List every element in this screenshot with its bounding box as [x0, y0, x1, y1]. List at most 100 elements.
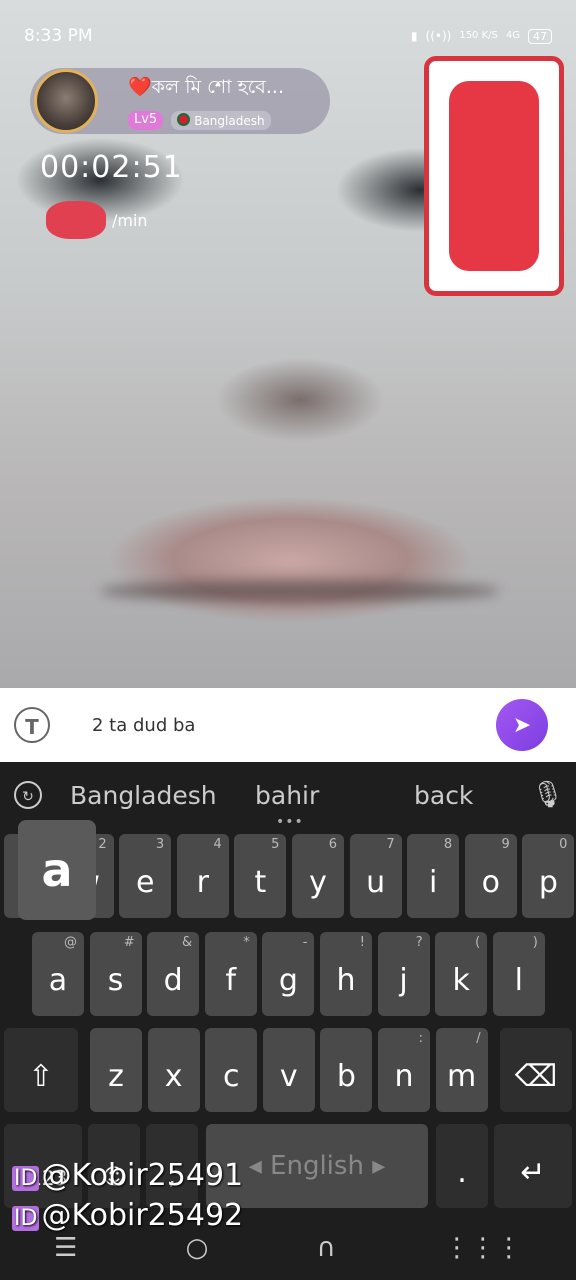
key-p[interactable]: 0p: [522, 834, 575, 918]
more-suggestions-icon[interactable]: •••: [276, 814, 304, 830]
microphone-icon[interactable]: 🎙: [531, 780, 564, 810]
suggestion-3[interactable]: back: [414, 781, 473, 810]
recents-icon[interactable]: ☰: [54, 1233, 77, 1263]
key-j[interactable]: ? j: [377, 932, 430, 1016]
status-time: 8:33 PM: [24, 26, 93, 46]
key-label: h: [336, 963, 356, 998]
key-hint: 3: [155, 837, 165, 852]
send-icon: ➤: [512, 712, 532, 738]
message-composer: T ➤: [0, 688, 576, 762]
key-label: v: [279, 1059, 298, 1094]
key-hint: 5: [271, 837, 280, 852]
backspace-key[interactable]: ⌫: [500, 1028, 572, 1112]
key-hint: &: [182, 935, 193, 950]
translate-icon[interactable]: T: [14, 707, 50, 743]
key-label: z: [108, 1059, 124, 1094]
key-label: m: [446, 1059, 477, 1094]
country-badge: Bangladesh: [171, 110, 271, 130]
key-k[interactable]: (k: [435, 932, 488, 1016]
space-label: English: [270, 1151, 364, 1181]
key-label: g: [278, 963, 298, 998]
key-v[interactable]: v: [262, 1028, 315, 1112]
watermark-text-1: @Kobir25491: [41, 1158, 244, 1193]
key-label: k: [452, 963, 470, 998]
host-avatar[interactable]: [34, 69, 98, 133]
host-card[interactable]: ❤️কল মি শো হবে... Lv5 Bangladesh: [30, 68, 330, 134]
key-label: i: [429, 865, 438, 900]
key-l[interactable]: ) l: [492, 932, 545, 1016]
key-z[interactable]: z: [90, 1028, 142, 1112]
keyboard-toggle-icon[interactable]: ⋮⋮⋮: [444, 1233, 522, 1263]
enter-icon: ↵: [520, 1155, 546, 1190]
key-c[interactable]: c: [205, 1028, 258, 1112]
country-label: Bangladesh: [194, 113, 265, 128]
battery-icon: 47: [528, 28, 552, 44]
key-hint: 4: [213, 837, 222, 852]
call-rate: /min: [46, 200, 148, 240]
suggestion-2[interactable]: bahir: [255, 781, 319, 810]
send-button[interactable]: ➤: [496, 699, 548, 751]
key-hint: :: [418, 1031, 423, 1046]
key-b[interactable]: b: [320, 1028, 373, 1112]
key-label: r: [196, 865, 209, 900]
key-label: o: [481, 865, 500, 900]
key-label: t: [254, 865, 267, 900]
key-hint: ): [532, 935, 538, 950]
key-r[interactable]: 4r: [176, 834, 229, 918]
key-label: u: [366, 865, 386, 900]
host-name: ❤️কল মি শো হবে...: [128, 75, 284, 98]
net-speed: 150 K/S: [459, 30, 498, 41]
rate-suffix: /min: [112, 210, 148, 230]
key-hint: @: [64, 935, 77, 950]
bangladesh-flag-icon: [177, 112, 191, 126]
message-input[interactable]: [90, 713, 496, 737]
key-hint: 9: [501, 837, 510, 852]
suggestion-1[interactable]: Bangladesh: [70, 781, 217, 810]
key-hint: *: [243, 935, 250, 950]
key-hint: /: [476, 1031, 481, 1046]
backspace-icon: ⌫: [514, 1059, 558, 1094]
key-hint: ?: [415, 935, 423, 950]
key-a[interactable]: @ a: [32, 932, 84, 1016]
key-label: j: [399, 963, 408, 998]
key-hint: 2: [98, 837, 107, 852]
video-detail: [100, 580, 500, 602]
key-i[interactable]: 8i: [407, 834, 460, 918]
key-label: x: [164, 1059, 183, 1094]
key-n[interactable]: :n: [378, 1028, 430, 1112]
key-o[interactable]: 9o: [464, 834, 517, 918]
status-icons: ▮ ((•)) 150 K/S 4G 47: [411, 28, 552, 44]
key-label: a: [48, 963, 68, 998]
keyboard-menu-icon[interactable]: ↻: [14, 781, 42, 809]
hotspot-icon: ((•)): [425, 29, 452, 43]
home-icon[interactable]: ○: [186, 1233, 209, 1263]
key-m[interactable]: / m: [435, 1028, 488, 1112]
key-g[interactable]: -g: [262, 932, 315, 1016]
shift-key[interactable]: ⇧: [4, 1028, 78, 1112]
network-type: 4G: [505, 30, 520, 41]
level-badge: Lv5: [128, 110, 164, 130]
key-hint: 0: [559, 837, 568, 852]
key-y[interactable]: 6y: [292, 834, 344, 918]
key-e[interactable]: 3e: [119, 834, 172, 918]
id-badge-1: ID: [12, 1166, 40, 1191]
key-u[interactable]: 7u: [349, 834, 402, 918]
key-t[interactable]: 5t: [234, 834, 287, 918]
key-d[interactable]: & d: [147, 932, 200, 1016]
self-preview[interactable]: [424, 56, 564, 296]
key-preview-popup: a: [18, 820, 96, 920]
key-label: d: [163, 963, 183, 998]
redaction-scribble: [449, 81, 539, 271]
key-s[interactable]: # s: [89, 932, 142, 1016]
key-h[interactable]: ! h: [320, 932, 372, 1016]
call-timer: 00:02:51: [40, 150, 183, 185]
key-label: y: [309, 865, 327, 900]
period-key[interactable]: .: [436, 1124, 488, 1208]
key-label: l: [514, 963, 523, 998]
key-label: n: [394, 1059, 414, 1094]
key-x[interactable]: x: [147, 1028, 200, 1112]
period-label: .: [457, 1155, 467, 1190]
back-icon[interactable]: ∩: [317, 1233, 336, 1263]
enter-key[interactable]: ↵: [494, 1124, 572, 1208]
key-f[interactable]: * f: [204, 932, 257, 1016]
